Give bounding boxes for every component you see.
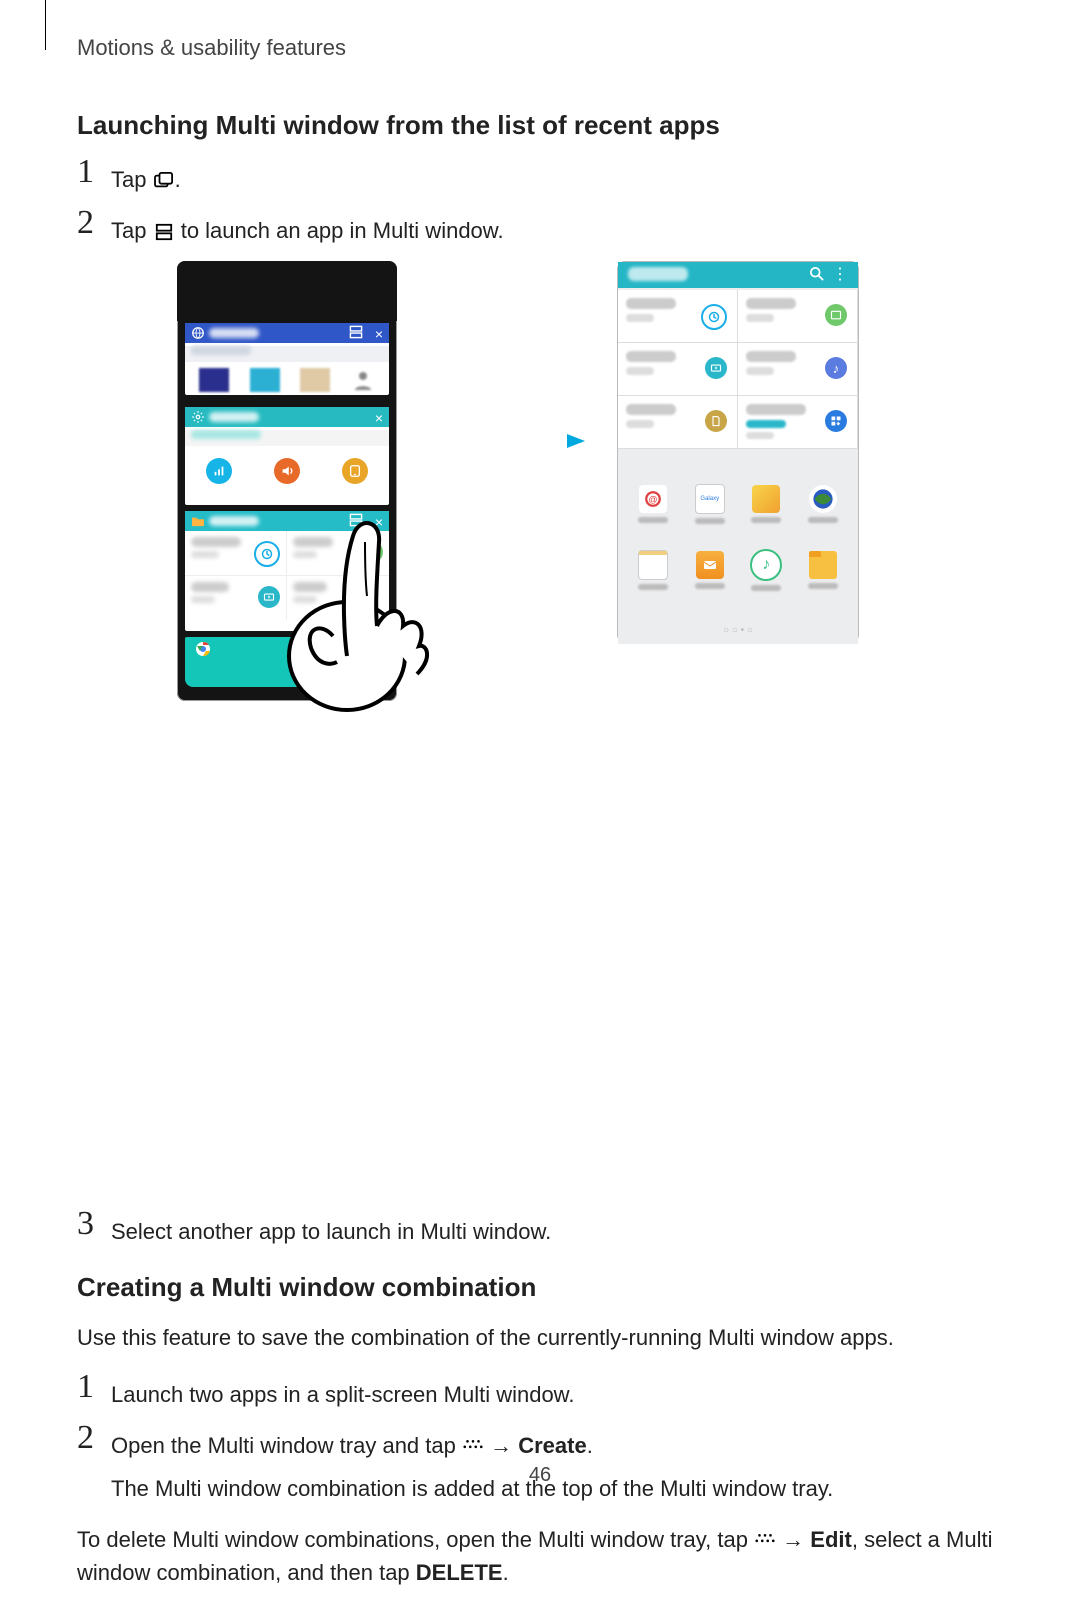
text: Open the Multi window tray and tap (111, 1433, 462, 1458)
multiwindow-split-icon (349, 325, 363, 339)
close-icon: × (375, 326, 383, 342)
step-number: 2 (77, 206, 111, 240)
documents-icon (705, 410, 727, 432)
globe-icon (191, 326, 205, 340)
gear-icon (191, 410, 205, 424)
section2-step1: 1 Launch two apps in a split-screen Mult… (77, 1374, 1007, 1411)
text: to launch an app in Multi window. (175, 218, 504, 243)
step-body: Launch two apps in a split-screen Multi … (111, 1374, 574, 1411)
sound-icon (274, 458, 300, 484)
text: Tap (111, 218, 153, 243)
text: . (503, 1560, 509, 1585)
app-drawer: @ Galaxy ♪ (618, 462, 858, 644)
text: To delete Multi window combinations, ope… (77, 1527, 754, 1552)
step-body: Tap . (111, 159, 181, 196)
close-icon: × (375, 514, 383, 530)
step-number: 3 (77, 1207, 111, 1241)
delete-label: DELETE (416, 1560, 503, 1585)
videos-icon (705, 357, 727, 379)
step-body: Tap to launch an app in Multi window. (111, 210, 504, 247)
text: . (175, 167, 181, 192)
music-app-icon: ♪ (750, 549, 782, 581)
tray-handle-icon (462, 1436, 484, 1454)
section1-title: Launching Multi window from the list of … (77, 110, 1007, 141)
illustration-figure: × × (167, 261, 917, 711)
step-number: 1 (77, 155, 111, 189)
nav-indicator: ○ ○ • ○ (618, 625, 858, 636)
phone-right-multiwindow: ⋮ ♪ (617, 261, 859, 643)
gallery-app-icon (752, 485, 780, 513)
audio-icon: ♪ (825, 357, 847, 379)
recent-card-myfiles: × (185, 511, 389, 631)
connections-icon (206, 458, 232, 484)
recent-card-internet: × (185, 323, 389, 395)
recent-apps-icon (153, 172, 175, 190)
create-label: Create (518, 1433, 586, 1458)
page-content: Launching Multi window from the list of … (77, 110, 1007, 1609)
svg-text:@: @ (649, 494, 658, 504)
header-rule (45, 0, 46, 50)
transition-arrow-icon (427, 431, 587, 451)
galaxy-apps-icon: Galaxy (695, 484, 725, 514)
step-number: 1 (77, 1370, 111, 1404)
myfiles-app-icon (809, 551, 837, 579)
running-header: Motions & usability features (77, 35, 346, 61)
multiwindow-split-icon (349, 513, 363, 527)
category-grid: ♪ (618, 290, 858, 449)
multiwindow-split-icon (153, 223, 175, 241)
recent-card-settings: × (185, 407, 389, 505)
recent-files-icon (701, 304, 727, 330)
page-number: 46 (0, 1464, 1080, 1487)
phone-left-recents: × × (177, 261, 397, 701)
text: . (587, 1433, 593, 1458)
memo-app-icon (638, 550, 668, 580)
text: Tap (111, 167, 153, 192)
section2-title: Creating a Multi window combination (77, 1272, 1007, 1303)
edit-label: Edit (810, 1527, 852, 1552)
chrome-icon (195, 641, 211, 657)
section2-outro: To delete Multi window combinations, ope… (77, 1523, 1007, 1589)
recent-files-icon (254, 541, 280, 567)
person-icon (351, 368, 375, 392)
messages-app-icon (696, 551, 724, 579)
email-app-icon: @ (639, 485, 667, 513)
search-icon (810, 267, 824, 281)
download-history-icon (825, 410, 847, 432)
tray-handle-icon (754, 1530, 776, 1548)
section1-step1: 1 Tap . (77, 159, 1007, 196)
section2-intro: Use this feature to save the combination… (77, 1321, 1007, 1354)
close-icon: × (375, 410, 383, 426)
folder-icon (191, 515, 205, 527)
display-icon (342, 458, 368, 484)
videos-icon (258, 586, 280, 608)
section1-step2: 2 Tap to launch an app in Multi window. (77, 210, 1007, 247)
step-body: Select another app to launch in Multi wi… (111, 1211, 551, 1248)
internet-app-icon (809, 485, 837, 513)
text: → (484, 1433, 518, 1458)
recent-card-peek (185, 637, 389, 687)
app-titlebar: ⋮ (618, 262, 858, 288)
step-number: 2 (77, 1421, 111, 1455)
section1-step3: 3 Select another app to launch in Multi … (77, 1211, 1007, 1248)
more-icon: ⋮ (832, 264, 848, 284)
images-icon (825, 304, 847, 326)
images-icon (361, 541, 383, 563)
text: → (776, 1527, 810, 1552)
